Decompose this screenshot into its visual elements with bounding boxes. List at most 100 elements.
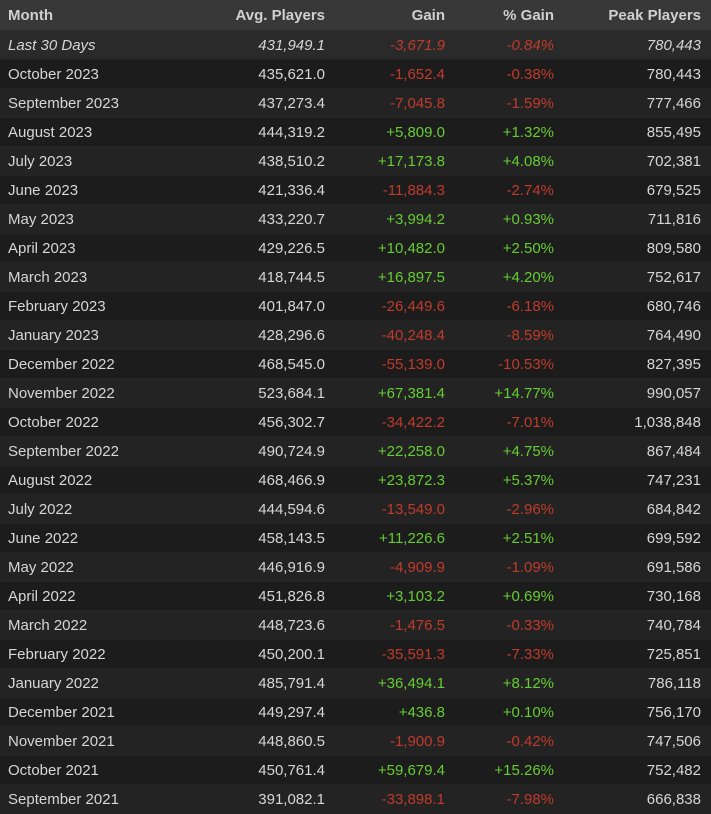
gain-cell: +5,809.0 xyxy=(330,117,450,147)
month-cell: June 2023 xyxy=(0,175,200,205)
gain-cell: +436.8 xyxy=(330,697,450,727)
gain-cell: +23,872.3 xyxy=(330,465,450,495)
percent-gain-cell: +1.32% xyxy=(450,117,560,147)
table-row: March 2022 448,723.6 -1,476.5 -0.33% 740,784 xyxy=(0,610,711,640)
table-row: May 2022 446,916.9 -4,909.9 -1.09% 691,586 xyxy=(0,552,711,582)
avg-players-cell: 451,826.8 xyxy=(200,581,330,611)
gain-cell: -33,898.1 xyxy=(330,784,450,814)
gain-cell: -1,476.5 xyxy=(330,610,450,640)
peak-players-cell: 867,484 xyxy=(560,436,711,466)
month-cell: March 2022 xyxy=(0,610,200,640)
avg-players-cell: 418,744.5 xyxy=(200,262,330,292)
peak-players-cell: 786,118 xyxy=(560,668,711,698)
month-cell: July 2022 xyxy=(0,494,200,524)
table-header: Month Avg. Players Gain % Gain Peak Play… xyxy=(0,0,711,31)
column-header-percent-gain[interactable]: % Gain xyxy=(450,0,560,31)
gain-cell: -1,652.4 xyxy=(330,59,450,89)
summary-row: Last 30 Days 431,949.1 -3,671.9 -0.84% 780,4… xyxy=(0,30,711,60)
column-header-month[interactable]: Month xyxy=(0,0,200,31)
table-body: Last 30 Days 431,949.1 -3,671.9 -0.84% 780,4… xyxy=(0,30,711,814)
table-row: December 2022 468,545.0 -55,139.0 -10.53% 82… xyxy=(0,349,711,379)
peak-players-cell: 680,746 xyxy=(560,291,711,321)
month-cell: September 2023 xyxy=(0,88,200,118)
percent-gain-cell: +8.12% xyxy=(450,668,560,698)
month-cell: March 2023 xyxy=(0,262,200,292)
percent-gain-cell: +0.10% xyxy=(450,697,560,727)
percent-gain-cell: -2.74% xyxy=(450,175,560,205)
avg-players-cell: 438,510.2 xyxy=(200,146,330,176)
header-row: Month Avg. Players Gain % Gain Peak Play… xyxy=(0,0,711,31)
percent-gain-cell: +2.50% xyxy=(450,233,560,263)
percent-gain-cell: -7.98% xyxy=(450,784,560,814)
gain-cell: +17,173.8 xyxy=(330,146,450,176)
avg-players-cell: 490,724.9 xyxy=(200,436,330,466)
column-header-avg-players[interactable]: Avg. Players xyxy=(200,0,330,31)
avg-players-cell: 468,466.9 xyxy=(200,465,330,495)
gain-cell: -3,671.9 xyxy=(330,30,450,60)
percent-gain-cell: -8.59% xyxy=(450,320,560,350)
gain-cell: -11,884.3 xyxy=(330,175,450,205)
avg-players-cell: 485,791.4 xyxy=(200,668,330,698)
avg-players-cell: 450,761.4 xyxy=(200,755,330,785)
gain-cell: +16,897.5 xyxy=(330,262,450,292)
month-cell: May 2023 xyxy=(0,204,200,234)
percent-gain-cell: -0.38% xyxy=(450,59,560,89)
peak-players-cell: 679,525 xyxy=(560,175,711,205)
percent-gain-cell: -0.84% xyxy=(450,30,560,60)
peak-players-cell: 740,784 xyxy=(560,610,711,640)
avg-players-cell: 456,302.7 xyxy=(200,407,330,437)
percent-gain-cell: +15.26% xyxy=(450,755,560,785)
table-row: July 2022 444,594.6 -13,549.0 -2.96% 684,842 xyxy=(0,494,711,524)
peak-players-cell: 780,443 xyxy=(560,59,711,89)
month-cell: September 2022 xyxy=(0,436,200,466)
percent-gain-cell: -1.59% xyxy=(450,88,560,118)
avg-players-cell: 458,143.5 xyxy=(200,523,330,553)
table-row: November 2022 523,684.1 +67,381.4 +14.77% 99… xyxy=(0,378,711,408)
table-row: September 2021 391,082.1 -33,898.1 -7.98% 66… xyxy=(0,784,711,814)
avg-players-cell: 448,860.5 xyxy=(200,726,330,756)
gain-cell: +59,679.4 xyxy=(330,755,450,785)
peak-players-cell: 756,170 xyxy=(560,697,711,727)
peak-players-cell: 752,617 xyxy=(560,262,711,292)
percent-gain-cell: -10.53% xyxy=(450,349,560,379)
gain-cell: -1,900.9 xyxy=(330,726,450,756)
month-cell: April 2022 xyxy=(0,581,200,611)
table-row: October 2022 456,302.7 -34,422.2 -7.01% 1,03… xyxy=(0,407,711,437)
peak-players-cell: 702,381 xyxy=(560,146,711,176)
gain-cell: +10,482.0 xyxy=(330,233,450,263)
gain-cell: -35,591.3 xyxy=(330,639,450,669)
percent-gain-cell: -0.42% xyxy=(450,726,560,756)
percent-gain-cell: -2.96% xyxy=(450,494,560,524)
column-header-gain[interactable]: Gain xyxy=(330,0,450,31)
month-cell: July 2023 xyxy=(0,146,200,176)
gain-cell: +3,994.2 xyxy=(330,204,450,234)
month-cell: May 2022 xyxy=(0,552,200,582)
month-cell: January 2022 xyxy=(0,668,200,698)
peak-players-cell: 1,038,848 xyxy=(560,407,711,437)
avg-players-cell: 433,220.7 xyxy=(200,204,330,234)
month-cell: November 2022 xyxy=(0,378,200,408)
avg-players-cell: 468,545.0 xyxy=(200,349,330,379)
peak-players-cell: 711,816 xyxy=(560,204,711,234)
table-row: January 2023 428,296.6 -40,248.4 -8.59% 764,… xyxy=(0,320,711,350)
month-cell: June 2022 xyxy=(0,523,200,553)
avg-players-cell: 444,594.6 xyxy=(200,494,330,524)
table-row: September 2023 437,273.4 -7,045.8 -1.59% 777… xyxy=(0,88,711,118)
gain-cell: -55,139.0 xyxy=(330,349,450,379)
gain-cell: +11,226.6 xyxy=(330,523,450,553)
percent-gain-cell: +4.08% xyxy=(450,146,560,176)
gain-cell: +22,258.0 xyxy=(330,436,450,466)
table-row: December 2021 449,297.4 +436.8 +0.10% 756,17… xyxy=(0,697,711,727)
table-row: March 2023 418,744.5 +16,897.5 +4.20% 752,61… xyxy=(0,262,711,292)
month-cell: October 2022 xyxy=(0,407,200,437)
gain-cell: -40,248.4 xyxy=(330,320,450,350)
month-cell: October 2021 xyxy=(0,755,200,785)
column-header-peak-players[interactable]: Peak Players xyxy=(560,0,711,31)
player-stats-table: Month Avg. Players Gain % Gain Peak Play… xyxy=(0,0,711,814)
percent-gain-cell: +0.69% xyxy=(450,581,560,611)
avg-players-cell: 523,684.1 xyxy=(200,378,330,408)
peak-players-cell: 747,231 xyxy=(560,465,711,495)
avg-players-cell: 435,621.0 xyxy=(200,59,330,89)
avg-players-cell: 391,082.1 xyxy=(200,784,330,814)
percent-gain-cell: +14.77% xyxy=(450,378,560,408)
